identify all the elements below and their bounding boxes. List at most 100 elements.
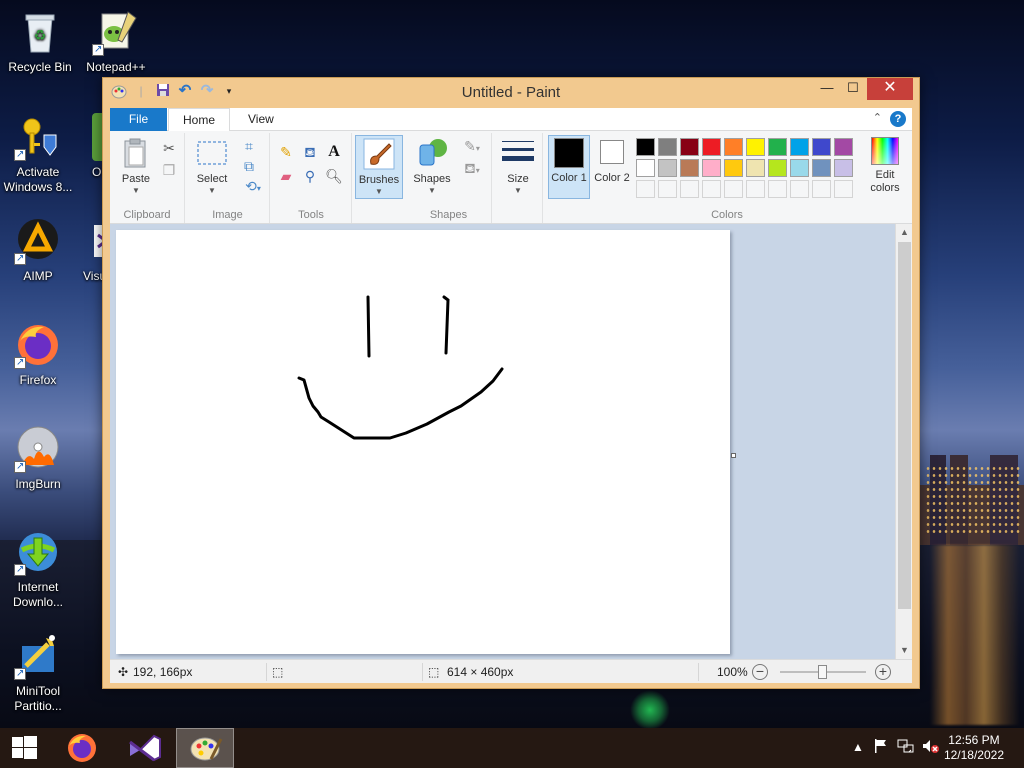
desktop-icon-minitool[interactable]: MiniTool Partitio... [0,632,76,714]
rotate-icon[interactable]: ⟲▾ [240,177,266,195]
group-colors: Color 1 Color 2 Edit colors Colors [544,133,910,223]
shapes-button[interactable]: Shapes ▼ [412,137,452,195]
taskbar-visual-studio[interactable] [116,728,172,768]
palette-color-swatch[interactable] [746,159,765,177]
recycle-bin-icon: ♻ [16,8,64,56]
taskbar-paint[interactable] [176,728,234,768]
volume-muted-icon[interactable] [921,738,939,768]
zoom-slider-thumb[interactable] [818,665,827,679]
pencil-icon[interactable]: ✎ [277,143,295,161]
palette-color-swatch[interactable] [658,159,677,177]
select-button[interactable]: Select ▼ [190,137,234,195]
palette-custom-swatch[interactable] [834,180,853,198]
desktop-icon-firefox[interactable]: Firefox [0,321,76,388]
magnifier-icon[interactable]: 🔍︎ [325,167,343,185]
group-shapes: Shapes ▼ ✎▾ ⛾▾ Shapes [406,133,492,223]
palette-color-swatch[interactable] [768,138,787,156]
palette-color-swatch[interactable] [724,159,743,177]
palette-color-swatch[interactable] [790,138,809,156]
palette-custom-swatch[interactable] [658,180,677,198]
scroll-down-icon[interactable]: ▼ [896,642,913,659]
system-clock[interactable]: 12:56 PM 12/18/2022 [944,733,1004,763]
zoom-in-button[interactable]: + [875,664,891,680]
paste-button[interactable]: Paste ▼ [116,137,156,195]
shapes-icon [416,137,448,169]
maximize-button[interactable]: ☐ [839,78,867,100]
palette-color-swatch[interactable] [636,138,655,156]
show-hidden-icons[interactable]: ▲ [852,740,864,768]
color1-button[interactable]: Color 1 [548,135,590,199]
color2-button[interactable]: Color 2 [592,137,632,185]
desktop-icon-recycle-bin[interactable]: ♻ Recycle Bin [2,8,78,75]
start-button[interactable] [0,728,50,768]
desktop-icon-imgburn[interactable]: ImgBurn [0,425,76,492]
crop-icon[interactable]: ⌗ [240,137,258,155]
scrollbar-thumb[interactable] [898,242,911,609]
zoom-out-button[interactable]: − [752,664,768,680]
minimize-button[interactable]: — [813,78,841,100]
desktop-icon-notepadpp[interactable]: Notepad++ [78,8,154,75]
palette-custom-swatch[interactable] [724,180,743,198]
minimize-ribbon-icon[interactable]: ⌃ [873,111,882,124]
canvas-resize-handle[interactable] [731,453,736,458]
firefox-icon [14,321,62,370]
palette-color-swatch[interactable] [812,138,831,156]
tab-view[interactable]: View [234,108,288,131]
size-button[interactable]: Size ▼ [497,137,539,195]
brushes-button[interactable]: Brushes ▼ [355,135,403,199]
palette-color-swatch[interactable] [702,138,721,156]
desktop-icon-label: Internet Downlo... [12,580,64,609]
edit-colors-button[interactable]: Edit colors [864,137,906,195]
eraser-icon[interactable]: ▰ [277,167,295,185]
help-icon[interactable]: ? [890,111,906,127]
palette-color-swatch[interactable] [658,138,677,156]
palette-color-swatch[interactable] [680,159,699,177]
minitool-icon [14,632,62,681]
color-picker-icon[interactable]: ⚲ [301,167,319,185]
outline-icon[interactable]: ✎▾ [458,137,486,155]
palette-color-swatch[interactable] [834,138,853,156]
wallpaper-city-lights [925,465,1020,535]
fill-bucket-icon[interactable]: ⛾ [301,143,319,161]
network-icon[interactable] [897,738,915,768]
desktop-icon-label: MiniTool Partitio... [14,684,62,713]
desktop-icon-internet-download-manager[interactable]: Internet Downlo... [0,528,76,610]
text-tool-icon[interactable]: A [325,143,343,161]
palette-custom-swatch[interactable] [702,180,721,198]
palette-color-swatch[interactable] [724,138,743,156]
palette-custom-swatch[interactable] [768,180,787,198]
palette-color-swatch[interactable] [834,159,853,177]
resize-icon[interactable]: ⧉ [240,157,258,175]
palette-color-swatch[interactable] [702,159,721,177]
taskbar-firefox[interactable] [54,728,110,768]
palette-color-swatch[interactable] [680,138,699,156]
palette-color-swatch[interactable] [746,138,765,156]
palette-custom-swatch[interactable] [746,180,765,198]
tab-file[interactable]: File [110,108,167,131]
palette-color-swatch[interactable] [636,159,655,177]
palette-custom-swatch[interactable] [680,180,699,198]
visual-studio-icon [129,734,161,762]
vertical-scrollbar[interactable]: ▲ ▼ [895,224,912,659]
tab-home[interactable]: Home [168,108,231,132]
copy-icon[interactable]: ❐ [160,161,178,179]
selection-size-icon: ⬚ [272,665,284,679]
drawing-canvas[interactable] [116,230,730,654]
scroll-up-icon[interactable]: ▲ [896,224,913,241]
cut-icon[interactable]: ✂ [160,139,178,157]
palette-color-swatch[interactable] [768,159,787,177]
palette-color-swatch[interactable] [812,159,831,177]
ribbon: Paste ▼ ✂ ❐ Clipboard Select ▼ ⌗ ⧉ ⟲▾ Im… [110,131,912,224]
fill-icon[interactable]: ⛾▾ [458,159,486,177]
action-center-flag-icon[interactable] [873,738,889,768]
title-bar[interactable]: | ↶ ↷ ▾ Untitled - Paint — ☐ ✕ [103,78,919,106]
palette-color-swatch[interactable] [790,159,809,177]
group-size: Size ▼ [493,133,543,223]
palette-custom-swatch[interactable] [812,180,831,198]
palette-custom-swatch[interactable] [636,180,655,198]
palette-custom-swatch[interactable] [790,180,809,198]
shortcut-arrow-icon [14,562,26,577]
close-button[interactable]: ✕ [867,78,913,100]
desktop-icon-activate-windows[interactable]: Activate Windows 8... [0,113,76,195]
desktop-icon-aimp[interactable]: AIMP [0,217,76,284]
